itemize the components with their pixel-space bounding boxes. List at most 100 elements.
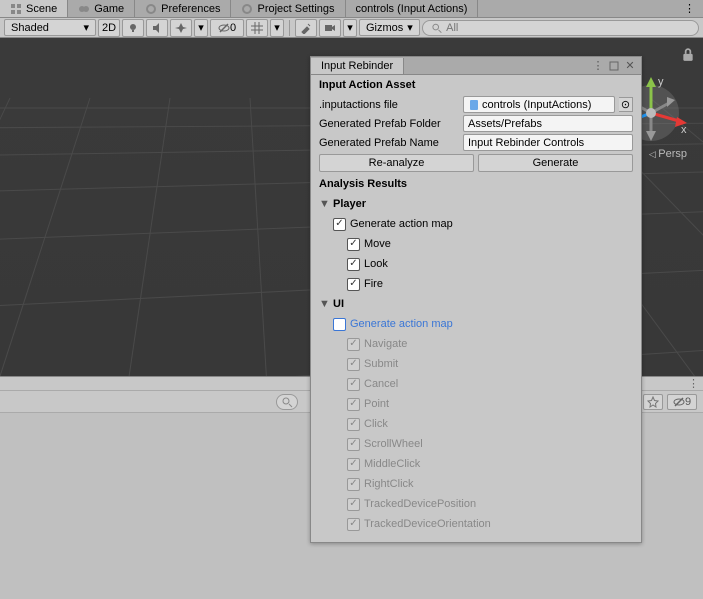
- ui-action-row: Submit: [319, 354, 633, 374]
- reanalyze-label: Re-analyze: [369, 157, 425, 169]
- eye-off-icon: [218, 22, 230, 34]
- foldout-arrow-icon: ▼: [319, 298, 329, 310]
- action-look-row[interactable]: Look: [319, 254, 633, 274]
- tab-game[interactable]: Game: [68, 0, 135, 17]
- panel-menu-button[interactable]: ⋮: [591, 59, 605, 73]
- ui-action-row: Cancel: [319, 374, 633, 394]
- tab-overflow-menu[interactable]: ⋮: [676, 0, 703, 17]
- ui-action-row: RightClick: [319, 474, 633, 494]
- scene-search-input[interactable]: [446, 22, 690, 34]
- generate-label: Generate: [533, 157, 579, 169]
- grid-dropdown-button[interactable]: ▾: [270, 19, 284, 37]
- ui-foldout[interactable]: ▼ UI: [319, 294, 633, 314]
- ui-generate-map-row[interactable]: Generate action map: [319, 314, 633, 334]
- lighting-toggle-button[interactable]: [122, 19, 144, 37]
- hidden-count: 0: [230, 22, 236, 34]
- ui-action-row: Navigate: [319, 334, 633, 354]
- grid-toggle-button[interactable]: [246, 19, 268, 37]
- camera-button[interactable]: [319, 19, 341, 37]
- persp-text: Persp: [658, 148, 687, 160]
- panel-close-button[interactable]: ✕: [623, 59, 637, 73]
- audio-toggle-button[interactable]: [146, 19, 168, 37]
- prefab-name-input[interactable]: [463, 134, 633, 151]
- object-picker-button[interactable]: ⊙: [619, 97, 633, 112]
- star-icon: [647, 396, 659, 408]
- checkbox-disabled-icon: [347, 498, 360, 511]
- action-move-label: Move: [364, 238, 391, 250]
- checkbox-checked-icon[interactable]: [347, 258, 360, 271]
- window-icon: [609, 61, 619, 71]
- 2d-toggle-button[interactable]: 2D: [98, 19, 120, 37]
- ui-generate-map-label: Generate action map: [350, 318, 453, 330]
- checkbox-disabled-icon: [347, 518, 360, 531]
- tab-prefs-label: Preferences: [161, 3, 220, 15]
- generate-button[interactable]: Generate: [478, 154, 633, 172]
- checkbox-disabled-icon: [347, 398, 360, 411]
- panel-tabbar: Input Rebinder ⋮ ✕: [311, 57, 641, 75]
- panel-tab-label: Input Rebinder: [321, 60, 393, 72]
- favorite-filter-button[interactable]: [643, 394, 663, 410]
- lower-search-button[interactable]: [276, 394, 298, 410]
- projection-label[interactable]: ◁ Persp: [649, 148, 687, 160]
- hidden-filter-button[interactable]: 9: [667, 394, 697, 410]
- grid-icon: [251, 22, 263, 34]
- inputactions-file-field[interactable]: controls (InputActions): [463, 96, 615, 113]
- ui-action-label: Click: [364, 418, 388, 430]
- prefab-folder-input[interactable]: [463, 115, 633, 132]
- gear-icon: [241, 3, 253, 15]
- search-icon: [431, 22, 442, 34]
- panel-tab-input-rebinder[interactable]: Input Rebinder: [311, 58, 404, 74]
- lower-panel-menu[interactable]: ⋮: [688, 377, 699, 390]
- ui-action-label: MiddleClick: [364, 458, 420, 470]
- checkbox-checked-icon[interactable]: [333, 218, 346, 231]
- gizmos-label: Gizmos: [366, 22, 403, 34]
- ui-action-row: TrackedDevicePosition: [319, 494, 633, 514]
- tab-prefs[interactable]: Preferences: [135, 0, 231, 17]
- 2d-label: 2D: [102, 22, 116, 34]
- camera-dropdown-button[interactable]: ▾: [343, 19, 357, 37]
- checkbox-checked-icon[interactable]: [347, 238, 360, 251]
- ui-action-row: Point: [319, 394, 633, 414]
- tools-icon: [300, 22, 312, 34]
- game-icon: [78, 3, 90, 15]
- search-icon: [281, 396, 293, 408]
- checkbox-disabled-icon: [347, 438, 360, 451]
- fx-dropdown-button[interactable]: ▾: [194, 19, 208, 37]
- reanalyze-button[interactable]: Re-analyze: [319, 154, 474, 172]
- shading-mode-dropdown[interactable]: Shaded▾: [4, 19, 96, 36]
- action-move-row[interactable]: Move: [319, 234, 633, 254]
- scene-search[interactable]: [422, 20, 699, 36]
- panel-maximize-button[interactable]: [607, 59, 621, 73]
- ui-action-label: Point: [364, 398, 389, 410]
- checkbox-disabled-icon: [347, 418, 360, 431]
- inputactions-file-value: controls (InputActions): [482, 99, 591, 111]
- ui-action-label: RightClick: [364, 478, 414, 490]
- analysis-tree: ▼Player Generate action map Move Look Fi…: [311, 194, 641, 542]
- ui-action-label: ScrollWheel: [364, 438, 423, 450]
- tab-controls[interactable]: controls (Input Actions): [346, 0, 479, 17]
- checkbox-disabled-icon: [347, 358, 360, 371]
- tab-scene[interactable]: Scene: [0, 0, 68, 17]
- tab-game-label: Game: [94, 3, 124, 15]
- action-fire-row[interactable]: Fire: [319, 274, 633, 294]
- ui-label: UI: [333, 298, 344, 310]
- input-rebinder-panel: Input Rebinder ⋮ ✕ Input Action Asset .i…: [310, 56, 642, 543]
- checkbox-disabled-icon: [347, 458, 360, 471]
- tab-project-settings[interactable]: Project Settings: [231, 0, 345, 17]
- tools-button[interactable]: [295, 19, 317, 37]
- player-foldout[interactable]: ▼Player: [319, 194, 633, 214]
- scene-icon: [10, 3, 22, 15]
- ui-action-row: TrackedDeviceOrientation: [319, 514, 633, 534]
- player-generate-map-label: Generate action map: [350, 218, 453, 230]
- hidden-objects-button[interactable]: 0: [210, 19, 244, 37]
- player-label: Player: [333, 198, 366, 210]
- shading-mode-label: Shaded: [11, 22, 49, 34]
- player-generate-map-row[interactable]: Generate action map: [319, 214, 633, 234]
- lock-icon[interactable]: [681, 48, 695, 62]
- checkbox-unchecked-icon[interactable]: [333, 318, 346, 331]
- lightbulb-icon: [127, 22, 139, 34]
- fx-toggle-button[interactable]: [170, 19, 192, 37]
- checkbox-checked-icon[interactable]: [347, 278, 360, 291]
- gizmos-dropdown[interactable]: Gizmos▾: [359, 19, 420, 36]
- prefab-folder-label: Generated Prefab Folder: [319, 118, 459, 130]
